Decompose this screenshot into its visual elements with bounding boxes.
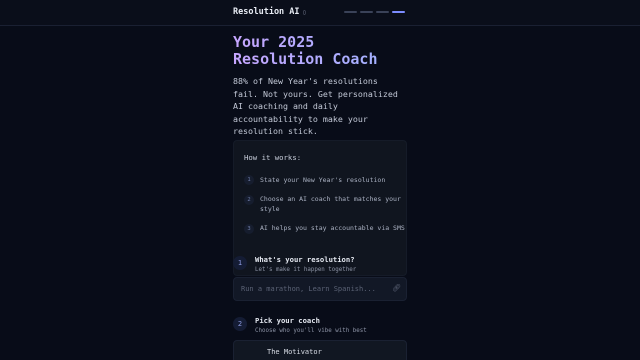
main-content: Your 2025 Resolution Coach 88% of New Ye… xyxy=(233,34,407,276)
sparkle-icon: ▯ xyxy=(302,8,307,16)
hero-subtitle: 88% of New Year's resolutions fail. Not … xyxy=(233,76,398,136)
brand-name: Resolution AI xyxy=(233,7,300,17)
resolution-input[interactable] xyxy=(233,277,407,301)
page-title: Your 2025 Resolution Coach xyxy=(233,34,407,68)
top-bar: Resolution AI ▯ xyxy=(0,0,640,26)
brand[interactable]: Resolution AI ▯ xyxy=(233,7,306,17)
progress-step-2 xyxy=(360,11,373,13)
title-line-2: Resolution Coach xyxy=(233,50,378,68)
coach-section-header: 2 Pick your coach Choose who you'll vibe… xyxy=(233,316,367,336)
how-it-works-title: How it works: xyxy=(244,153,302,162)
progress-step-4 xyxy=(392,11,405,13)
coach-option-motivator[interactable]: The Motivator xyxy=(233,340,407,360)
section-number: 1 xyxy=(233,256,247,270)
how-step-2: 2 Choose an AI coach that matches your s… xyxy=(244,194,406,214)
coach-name: The Motivator xyxy=(267,348,322,356)
step-number: 2 xyxy=(244,195,254,205)
section-subtitle: Let's make it happen together xyxy=(255,267,357,273)
progress-indicator xyxy=(344,11,405,13)
section-subtitle: Choose who you'll vibe with best xyxy=(255,328,367,334)
resolution-section-header: 1 What's your resolution? Let's make it … xyxy=(233,255,356,275)
step-text: Choose an AI coach that matches your sty… xyxy=(260,195,401,213)
title-line-1: Your 2025 xyxy=(233,33,315,51)
how-step-3: 3 AI helps you stay accountable via SMS xyxy=(244,223,406,234)
step-number: 1 xyxy=(244,175,254,185)
step-text: AI helps you stay accountable via SMS xyxy=(260,224,405,232)
step-number: 3 xyxy=(244,224,254,234)
step-text: State your New Year's resolution xyxy=(260,176,386,184)
link-icon: 🔗︎ xyxy=(392,284,401,292)
section-title: What's your resolution? xyxy=(255,255,355,264)
progress-step-3 xyxy=(376,11,389,13)
section-number: 2 xyxy=(233,317,247,331)
progress-step-1 xyxy=(344,11,357,13)
how-step-1: 1 State your New Year's resolution xyxy=(244,175,406,185)
section-title: Pick your coach xyxy=(255,316,320,325)
